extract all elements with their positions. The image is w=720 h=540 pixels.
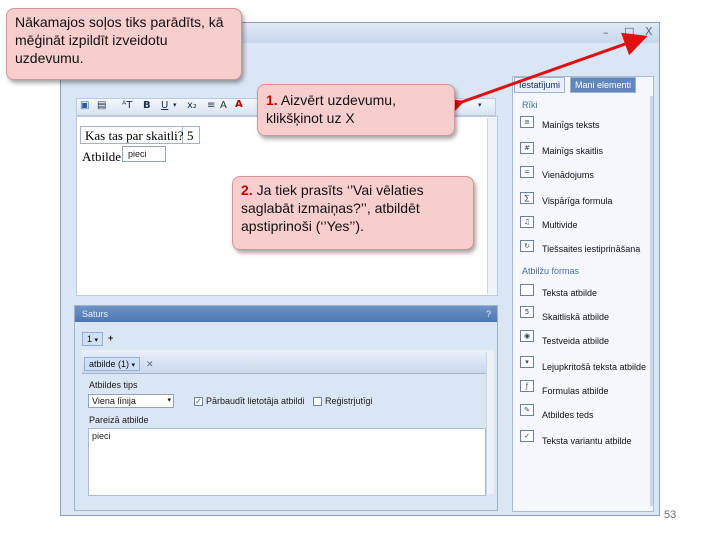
step1-callout: 1. Aizvērt uzdevumu, klikšķinot uz X	[257, 84, 455, 136]
step1-text: Aizvērt uzdevumu, klikšķinot uz X	[266, 92, 396, 126]
slide-number: 53	[664, 509, 677, 521]
step2-callout: 2. Ja tiek prasīts ‘’Vai vēlaties saglab…	[232, 176, 474, 250]
step2-number: 2.	[241, 182, 253, 198]
step1-number: 1.	[266, 92, 278, 108]
intro-callout-text: Nākamajos soļos tiks parādīts, kā mēģinā…	[15, 14, 224, 66]
red-arrow	[438, 32, 648, 121]
step2-text: Ja tiek prasīts ‘’Vai vēlaties saglabāt …	[241, 182, 424, 234]
arrow-annotation	[438, 32, 648, 121]
intro-callout: Nākamajos soļos tiks parādīts, kā mēģinā…	[6, 8, 242, 80]
